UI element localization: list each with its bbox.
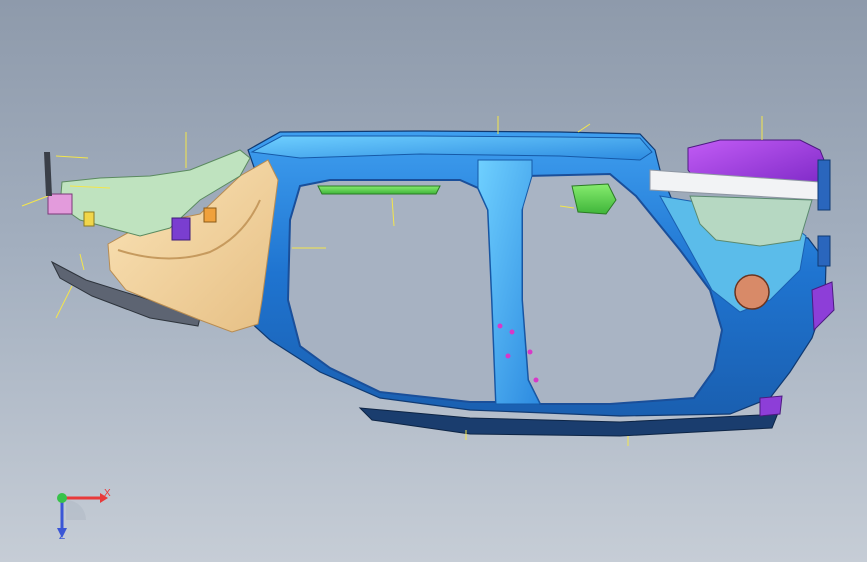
front-bracket-purple [171,217,191,241]
rear-bottom-purple [759,395,783,417]
rear-access-hole [734,274,770,310]
front-tip [44,152,52,196]
z-axis-label: Z [59,531,66,542]
front-bracket-orange [203,207,217,223]
x-axis-label: X [104,488,111,499]
rear-edge-bracket-1 [817,159,831,211]
cad-3d-viewport[interactable]: X Z [0,0,867,562]
front-bracket-pink [47,193,73,215]
rear-edge-bracket-2 [817,235,831,267]
coordinate-triad: X Z [48,480,118,546]
front-bracket-yellow [83,211,95,227]
rear-lower-purple [811,281,835,332]
green-bracket-b-pillar [571,183,617,215]
green-roof-reinforcement [317,185,441,195]
body-in-white-side-model[interactable] [0,0,867,562]
